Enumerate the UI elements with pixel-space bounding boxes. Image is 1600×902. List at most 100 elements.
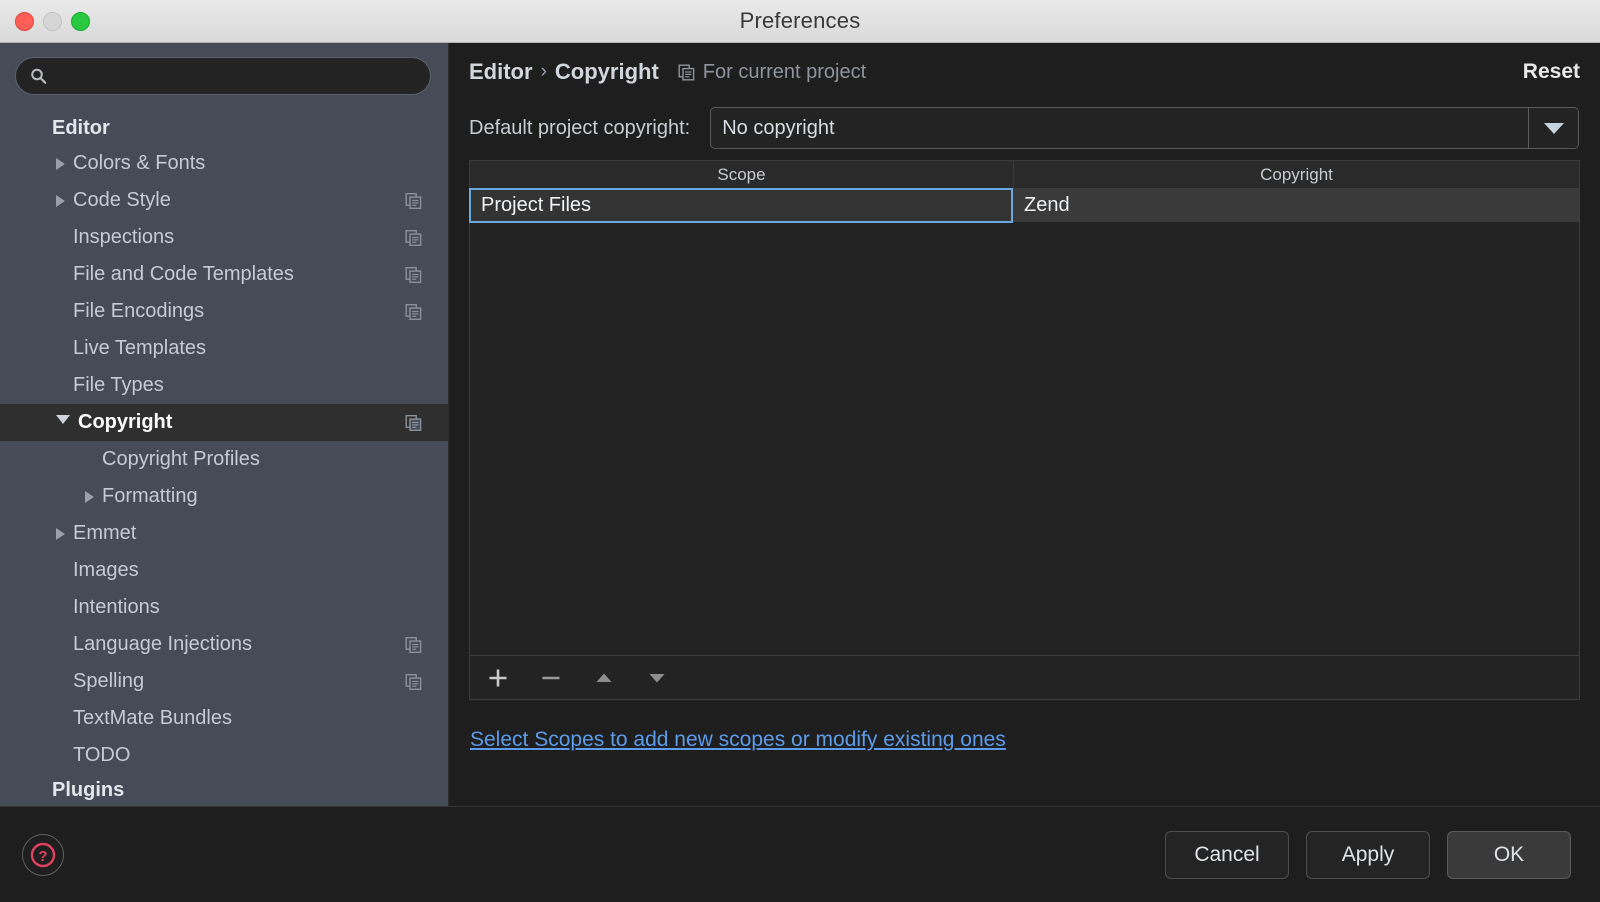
footer-button-group: Cancel Apply OK bbox=[1165, 830, 1571, 879]
sidebar-item-label: File and Code Templates bbox=[73, 263, 294, 285]
sidebar-item-file-encodings[interactable]: File Encodings bbox=[0, 293, 448, 330]
copy-icon bbox=[405, 266, 422, 283]
sidebar-item-file-types[interactable]: File Types bbox=[0, 367, 448, 404]
chevron-right-icon[interactable] bbox=[56, 527, 65, 540]
move-scope-up-button[interactable] bbox=[591, 665, 617, 691]
move-scope-down-button[interactable] bbox=[644, 665, 670, 691]
minus-icon bbox=[542, 676, 560, 679]
sidebar-item-copyright-profiles[interactable]: Copyright Profiles bbox=[0, 441, 448, 478]
sidebar-item-spelling[interactable]: Spelling bbox=[0, 663, 448, 700]
chevron-down-icon bbox=[1543, 122, 1564, 134]
copy-icon bbox=[405, 303, 422, 320]
cell-copyright[interactable]: Zend bbox=[1013, 189, 1579, 222]
minimize-window-button[interactable] bbox=[43, 12, 62, 31]
chevron-down-icon[interactable] bbox=[56, 415, 70, 430]
sidebar-item-label: Language Injections bbox=[73, 633, 253, 655]
settings-tree[interactable]: Editor Colors & Fonts Code Style Inspection… bbox=[0, 116, 448, 806]
chevron-right-icon[interactable] bbox=[85, 490, 94, 503]
apply-button[interactable]: Apply bbox=[1306, 830, 1430, 879]
sidebar-item-intentions[interactable]: Intentions bbox=[0, 589, 448, 626]
sidebar-item-file-and-code-templates[interactable]: File and Code Templates bbox=[0, 256, 448, 293]
window-titlebar: Preferences bbox=[0, 0, 1600, 43]
sidebar-item-label: Code Style bbox=[73, 189, 171, 211]
sidebar-item-label: TODO bbox=[73, 744, 131, 766]
sidebar-item-todo[interactable]: TODO bbox=[0, 737, 448, 774]
table-header-row: Scope Copyright bbox=[470, 161, 1579, 189]
window-controls bbox=[15, 0, 90, 43]
default-copyright-row: Default project copyright: No copyright bbox=[449, 101, 1600, 155]
sidebar-item-code-style[interactable]: Code Style bbox=[0, 182, 448, 219]
select-scopes-link[interactable]: Select Scopes to add new scopes or modif… bbox=[470, 728, 1006, 752]
sidebar-item-textmate-bundles[interactable]: TextMate Bundles bbox=[0, 700, 448, 737]
sidebar-item-language-injections[interactable]: Language Injections bbox=[0, 626, 448, 663]
default-copyright-dropdown-button[interactable] bbox=[1528, 108, 1578, 148]
sidebar-item-label: TextMate Bundles bbox=[73, 707, 232, 729]
ok-button[interactable]: OK bbox=[1447, 830, 1571, 879]
breadcrumb: Editor › Copyright For current project R… bbox=[449, 43, 1600, 101]
svg-text:?: ? bbox=[38, 848, 47, 865]
table-row[interactable]: Project Files Zend bbox=[469, 188, 1579, 223]
table-toolbar bbox=[470, 655, 1579, 699]
sidebar-item-label: Emmet bbox=[73, 522, 137, 544]
search-input[interactable] bbox=[16, 58, 430, 94]
copy-icon bbox=[405, 673, 422, 690]
sidebar-item-label: Editor bbox=[52, 117, 110, 139]
copy-icon bbox=[405, 414, 422, 431]
close-window-button[interactable] bbox=[15, 12, 34, 31]
sidebar-item-inspections[interactable]: Inspections bbox=[0, 219, 448, 256]
breadcrumb-parent[interactable]: Editor bbox=[469, 59, 533, 85]
breadcrumb-current: Copyright bbox=[554, 59, 659, 84]
sidebar-item-formatting[interactable]: Formatting bbox=[0, 478, 448, 515]
sidebar-item-label: File Types bbox=[73, 374, 164, 396]
settings-main-panel: Editor › Copyright For current project R… bbox=[449, 43, 1600, 806]
cell-scope[interactable]: Project Files bbox=[469, 188, 1013, 223]
sidebar-item-editor[interactable]: Editor bbox=[0, 116, 448, 145]
sidebar-item-label: Formatting bbox=[102, 485, 198, 507]
sidebar-item-label: Plugins bbox=[52, 779, 125, 801]
search-box[interactable] bbox=[15, 57, 431, 95]
add-scope-button[interactable] bbox=[485, 665, 511, 691]
copy-icon bbox=[405, 229, 422, 246]
project-scope-label: For current project bbox=[702, 60, 867, 83]
column-header-copyright[interactable]: Copyright bbox=[1014, 161, 1579, 188]
window-title: Preferences bbox=[739, 8, 861, 33]
table-body[interactable]: Project Files Zend bbox=[469, 188, 1579, 655]
sidebar-item-plugins[interactable]: Plugins bbox=[0, 774, 448, 806]
search-icon bbox=[31, 68, 47, 84]
reset-button[interactable]: Reset bbox=[1523, 60, 1580, 84]
down-triangle-icon bbox=[649, 673, 665, 682]
help-button[interactable]: ? bbox=[22, 833, 64, 876]
plus-icon bbox=[489, 669, 507, 686]
copyright-scopes-table: Scope Copyright Project Files Zend bbox=[469, 160, 1580, 700]
default-copyright-select[interactable]: No copyright bbox=[710, 107, 1579, 149]
sidebar-item-label: Copyright Profiles bbox=[102, 448, 260, 470]
project-scope-indicator: For current project bbox=[678, 61, 866, 84]
sidebar-item-label: Copyright bbox=[78, 411, 173, 433]
default-copyright-value: No copyright bbox=[722, 116, 835, 139]
preferences-window: Preferences Editor Colors & Fonts Code Sty… bbox=[0, 0, 1600, 902]
column-header-scope[interactable]: Scope bbox=[470, 161, 1014, 188]
up-triangle-icon bbox=[596, 673, 612, 682]
maximize-window-button[interactable] bbox=[71, 12, 90, 31]
default-copyright-label: Default project copyright: bbox=[469, 116, 691, 139]
remove-scope-button[interactable] bbox=[538, 665, 564, 691]
sidebar-item-emmet[interactable]: Emmet bbox=[0, 515, 448, 552]
chevron-right-icon[interactable] bbox=[56, 194, 65, 207]
question-mark-icon: ? bbox=[30, 842, 56, 867]
sidebar-item-copyright[interactable]: Copyright bbox=[0, 404, 448, 441]
sidebar-item-live-templates[interactable]: Live Templates bbox=[0, 330, 448, 367]
dialog-footer: ? Cancel Apply OK bbox=[0, 806, 1600, 902]
sidebar-item-label: Live Templates bbox=[73, 337, 207, 359]
sidebar-item-label: Images bbox=[73, 559, 139, 581]
copy-icon bbox=[405, 636, 422, 653]
cancel-button[interactable]: Cancel bbox=[1165, 830, 1289, 879]
sidebar-item-label: File Encodings bbox=[73, 300, 205, 322]
sidebar-item-label: Inspections bbox=[73, 226, 175, 248]
breadcrumb-separator: › bbox=[540, 61, 547, 82]
sidebar-item-label: Intentions bbox=[73, 596, 160, 618]
window-body: Editor Colors & Fonts Code Style Inspection… bbox=[0, 43, 1600, 806]
sidebar-item-label: Colors & Fonts bbox=[73, 152, 206, 174]
sidebar-item-colors-fonts[interactable]: Colors & Fonts bbox=[0, 145, 448, 182]
chevron-right-icon[interactable] bbox=[56, 157, 65, 170]
sidebar-item-images[interactable]: Images bbox=[0, 552, 448, 589]
